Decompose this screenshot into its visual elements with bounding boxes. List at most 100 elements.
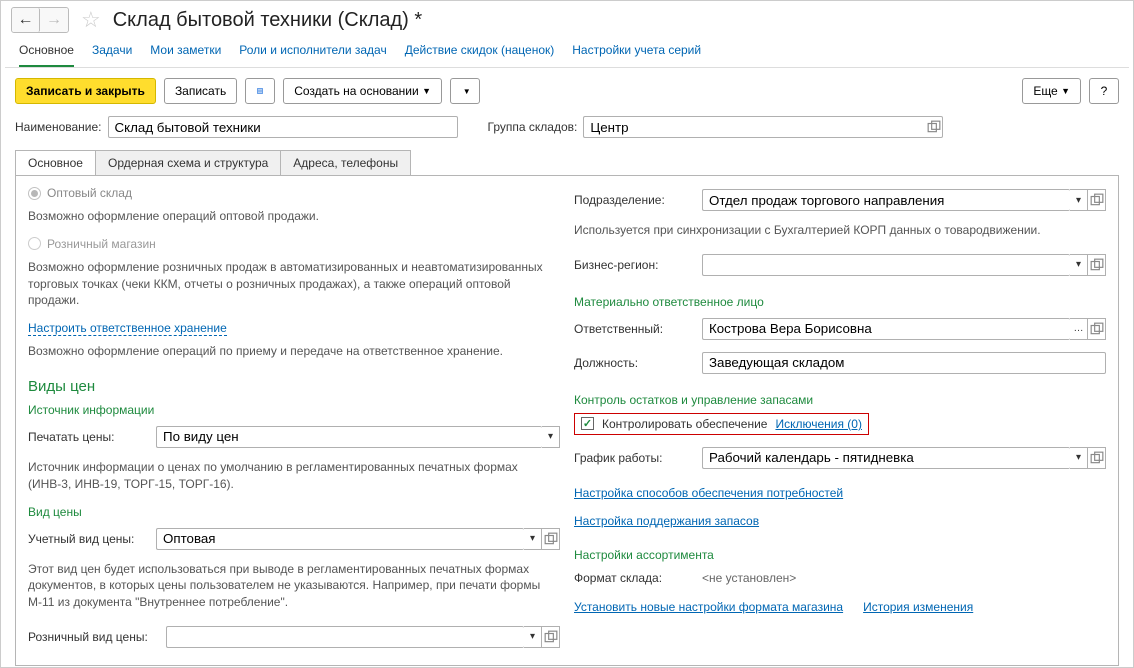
chevron-down-icon: ▾ (548, 431, 553, 442)
section-discounts[interactable]: Действие скидок (наценок) (405, 43, 555, 57)
section-tasks[interactable]: Задачи (92, 43, 132, 57)
stock-heading: Контроль остатков и управление запасами (574, 393, 1106, 407)
favorite-star-icon[interactable]: ☆ (81, 7, 101, 33)
dropdown-button[interactable]: ▾ (524, 528, 542, 550)
create-based-label: Создать на основании (294, 84, 419, 98)
chevron-down-icon: ▾ (1076, 452, 1081, 463)
history-link[interactable]: История изменения (863, 600, 973, 614)
create-based-button[interactable]: Создать на основании ▼ (283, 78, 442, 104)
unit-desc: Используется при синхронизации с Бухгалт… (574, 222, 1106, 239)
retail-desc: Возможно оформление розничных продаж в а… (28, 259, 560, 309)
open-icon (1090, 322, 1104, 336)
responsible-heading: Материально ответственное лицо (574, 295, 1106, 309)
list-icon (256, 84, 264, 98)
schedule-label: График работы: (574, 451, 694, 465)
print-prices-select[interactable] (156, 426, 542, 448)
tab-addresses[interactable]: Адреса, телефоны (280, 150, 411, 175)
retail-price-label: Розничный вид цены: (28, 630, 158, 644)
group-input[interactable] (583, 116, 925, 138)
open-icon-button[interactable] (542, 528, 560, 550)
forward-button[interactable]: → (40, 8, 68, 32)
list-icon-button[interactable] (245, 78, 275, 104)
resp-label: Ответственный: (574, 322, 694, 336)
name-input[interactable] (108, 116, 458, 138)
wholesale-label: Оптовый склад (47, 186, 132, 200)
acc-price-select[interactable] (156, 528, 524, 550)
reserve-link[interactable]: Настройка поддержания запасов (574, 514, 759, 528)
open-icon-button[interactable] (1088, 318, 1106, 340)
section-roles[interactable]: Роли и исполнители задач (239, 43, 386, 57)
section-main[interactable]: Основное (19, 43, 74, 67)
format-value: <не установлен> (702, 571, 796, 585)
retail-radio[interactable] (28, 237, 41, 250)
dropdown-button[interactable]: ▾ (524, 626, 542, 648)
chevron-down-icon: ▾ (1076, 259, 1081, 270)
open-icon-button[interactable] (1088, 189, 1106, 211)
info-source-desc: Источник информации о ценах по умолчанию… (28, 459, 560, 493)
control-label: Контролировать обеспечение (602, 417, 767, 431)
open-icon (1090, 193, 1104, 207)
open-icon (544, 630, 558, 644)
chevron-down-icon: ▾ (530, 631, 535, 642)
open-icon (544, 532, 558, 546)
responsible-desc: Возможно оформление операций по приему и… (28, 343, 560, 360)
resp-input[interactable] (702, 318, 1070, 340)
dropdown-button[interactable]: ▾ (1070, 189, 1088, 211)
supply-link[interactable]: Настройка способов обеспечения потребнос… (574, 486, 843, 500)
ellipsis-button[interactable]: … (1070, 318, 1088, 340)
chevron-down-icon: ▼ (463, 87, 471, 96)
exceptions-link[interactable]: Исключения (0) (775, 417, 862, 431)
help-button[interactable]: ? (1089, 78, 1119, 104)
retail-price-select[interactable] (166, 626, 524, 648)
format-label: Формат склада: (574, 571, 694, 585)
back-button[interactable]: ← (12, 8, 40, 32)
section-series[interactable]: Настройки учета серий (572, 43, 701, 57)
position-label: Должность: (574, 356, 694, 370)
open-icon (927, 120, 941, 134)
dropdown-button[interactable]: ▾ (1070, 254, 1088, 276)
open-icon (1090, 451, 1104, 465)
wholesale-radio[interactable] (28, 187, 41, 200)
region-label: Бизнес-регион: (574, 258, 694, 272)
print-prices-label: Печатать цены: (28, 430, 148, 444)
page-title: Склад бытовой техники (Склад) * (113, 9, 422, 32)
acc-price-label: Учетный вид цены: (28, 532, 148, 546)
assort-heading: Настройки ассортимента (574, 548, 1106, 562)
open-icon-button[interactable] (1088, 254, 1106, 276)
chevron-down-icon: ▾ (530, 533, 535, 544)
unit-label: Подразделение: (574, 193, 694, 207)
attach-button[interactable]: ▼ (450, 78, 480, 104)
section-notes[interactable]: Мои заметки (150, 43, 221, 57)
open-icon-button[interactable] (1088, 447, 1106, 469)
chevron-down-icon: ▼ (422, 86, 431, 96)
new-format-link[interactable]: Установить новые настройки формата магаз… (574, 600, 843, 614)
control-checkbox[interactable] (581, 417, 594, 430)
acc-price-desc: Этот вид цен будет использоваться при вы… (28, 561, 560, 611)
responsible-storage-link[interactable]: Настроить ответственное хранение (28, 321, 227, 336)
open-icon-button[interactable] (542, 626, 560, 648)
info-source-heading: Источник информации (28, 403, 560, 417)
group-label: Группа складов: (488, 120, 578, 134)
save-close-button[interactable]: Записать и закрыть (15, 78, 156, 104)
name-label: Наименование: (15, 120, 102, 134)
wholesale-desc: Возможно оформление операций оптовой про… (28, 208, 560, 225)
chevron-down-icon: ▾ (1076, 195, 1081, 206)
more-label: Еще (1033, 84, 1057, 98)
save-button[interactable]: Записать (164, 78, 237, 104)
more-button[interactable]: Еще ▼ (1022, 78, 1081, 104)
prices-heading: Виды цен (28, 378, 560, 395)
tab-order[interactable]: Ордерная схема и структура (95, 150, 281, 175)
unit-select[interactable] (702, 189, 1070, 211)
position-input[interactable] (702, 352, 1106, 374)
control-highlight-box: Контролировать обеспечение Исключения (0… (574, 413, 869, 435)
dropdown-button[interactable]: ▾ (542, 426, 560, 448)
price-type-heading: Вид цены (28, 505, 560, 519)
open-icon (1090, 258, 1104, 272)
region-select[interactable] (702, 254, 1070, 276)
retail-label: Розничный магазин (47, 237, 156, 251)
chevron-down-icon: ▼ (1061, 86, 1070, 96)
open-icon-button[interactable] (925, 116, 943, 138)
tab-main[interactable]: Основное (15, 150, 96, 175)
schedule-select[interactable] (702, 447, 1070, 469)
dropdown-button[interactable]: ▾ (1070, 447, 1088, 469)
